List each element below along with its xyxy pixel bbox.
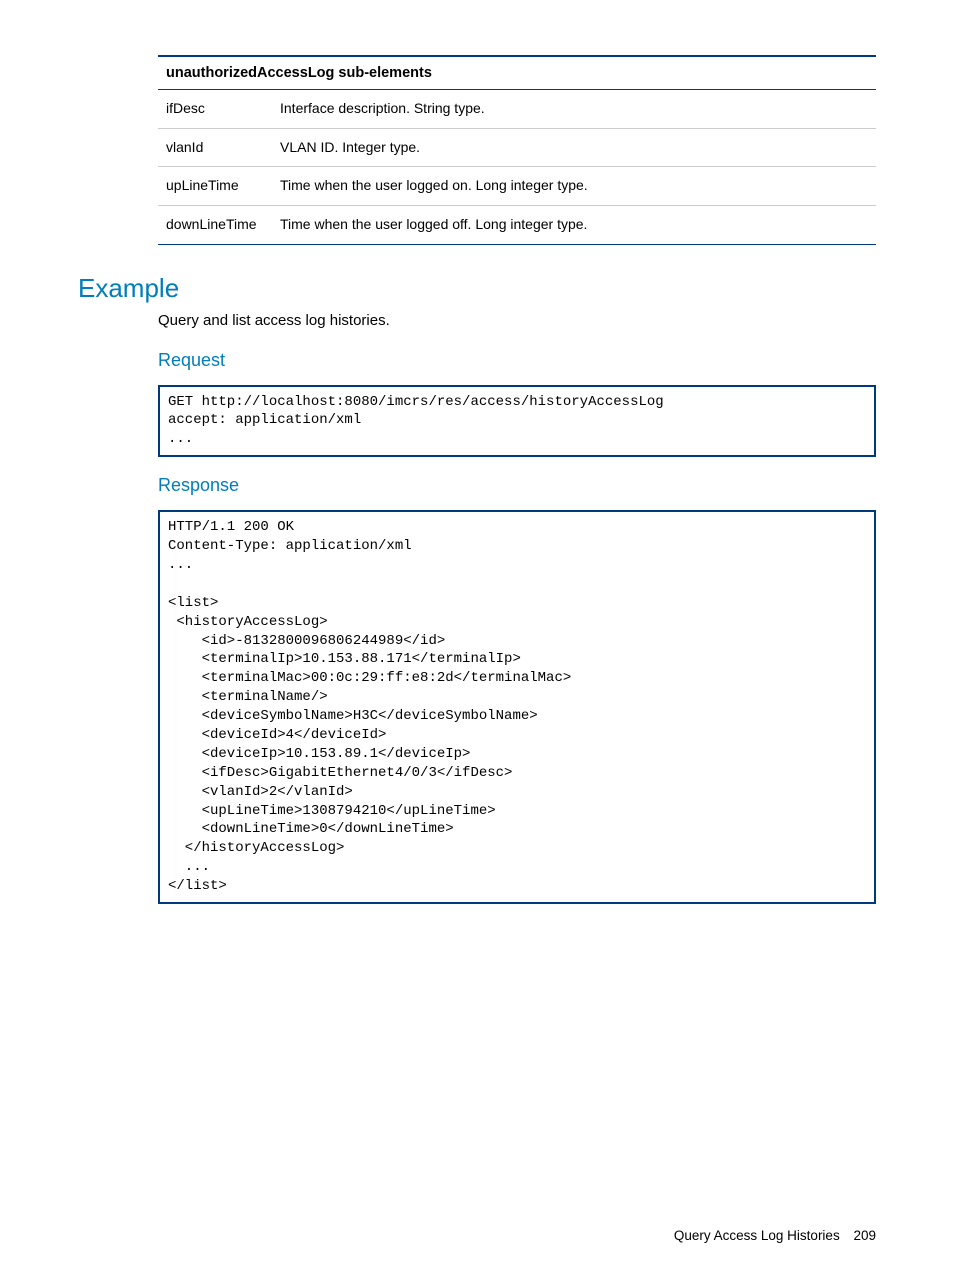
page-footer: Query Access Log Histories 209 — [674, 1228, 876, 1243]
page-number: 209 — [853, 1228, 876, 1243]
table-row: downLineTime Time when the user logged o… — [158, 206, 876, 245]
param-name: upLineTime — [158, 167, 272, 206]
example-heading: Example — [78, 273, 876, 304]
example-lead: Query and list access log histories. — [158, 310, 876, 332]
param-desc: Time when the user logged off. Long inte… — [272, 206, 876, 245]
param-name: vlanId — [158, 128, 272, 167]
param-desc: VLAN ID. Integer type. — [272, 128, 876, 167]
table-row: upLineTime Time when the user logged on.… — [158, 167, 876, 206]
table-row: ifDesc Interface description. String typ… — [158, 90, 876, 129]
table-header: unauthorizedAccessLog sub-elements — [158, 56, 876, 90]
request-code-block: GET http://localhost:8080/imcrs/res/acce… — [158, 385, 876, 458]
sub-elements-table: unauthorizedAccessLog sub-elements ifDes… — [158, 55, 876, 245]
footer-title: Query Access Log Histories — [674, 1228, 840, 1243]
param-name: ifDesc — [158, 90, 272, 129]
param-name: downLineTime — [158, 206, 272, 245]
response-code-block: HTTP/1.1 200 OK Content-Type: applicatio… — [158, 510, 876, 904]
param-desc: Interface description. String type. — [272, 90, 876, 129]
response-heading: Response — [158, 475, 876, 496]
param-desc: Time when the user logged on. Long integ… — [272, 167, 876, 206]
request-heading: Request — [158, 350, 876, 371]
table-row: vlanId VLAN ID. Integer type. — [158, 128, 876, 167]
